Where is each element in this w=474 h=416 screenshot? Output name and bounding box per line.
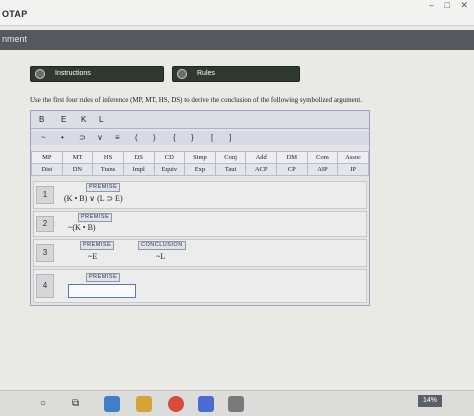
maximize-icon[interactable]: □ <box>445 0 450 10</box>
letter-button-e[interactable]: E <box>61 115 66 124</box>
proof-line-3: 3 PREMISE ~E CONCLUSION ~L <box>33 239 367 267</box>
radio-icon <box>35 69 45 79</box>
status-counter: 14% <box>418 395 442 407</box>
symbol-rbracket-button[interactable]: ] <box>229 133 231 142</box>
rule-button-cp[interactable]: CP <box>276 163 308 176</box>
rule-button-simp[interactable]: Simp <box>184 151 216 164</box>
rule-button-ip[interactable]: IP <box>337 163 369 176</box>
proof-line-4: 4 PREMISE <box>33 269 367 303</box>
symbol-toolbar: ~ • ⊃ ∨ ≡ ( ) { } [ ] <box>31 131 369 145</box>
line-number: 3 <box>36 244 54 262</box>
file-explorer-icon[interactable] <box>136 396 152 412</box>
rule-button-mp[interactable]: MP <box>31 151 63 164</box>
tab-instructions-label: Instructions <box>55 70 91 77</box>
instruction-text: Use the first four rules of inference (M… <box>30 96 362 104</box>
rules-table: MP MT HS DS CD Simp Conj Add DM Com Asso… <box>31 151 369 176</box>
radio-icon <box>177 69 187 79</box>
symbol-lbrace-button[interactable]: { <box>173 133 176 142</box>
chrome-icon[interactable] <box>168 396 184 412</box>
close-icon[interactable]: ✕ <box>460 0 468 10</box>
section-title: nment <box>2 34 28 44</box>
rule-button-cd[interactable]: CD <box>153 151 186 164</box>
proof-panel: B E K L ~ • ⊃ ∨ ≡ ( ) { } [ ] MP MT HS D… <box>30 110 370 306</box>
edge-icon[interactable] <box>104 396 120 412</box>
window-controls[interactable]: – □ ✕ <box>429 0 468 11</box>
rule-button-taut[interactable]: Taut <box>214 163 247 176</box>
line-expression: (K • B) ∨ (L ⊃ E) <box>64 194 123 203</box>
rule-button-dist[interactable]: Dist <box>31 163 63 176</box>
tab-rules-label: Rules <box>197 70 215 77</box>
premise-tag: PREMISE <box>80 241 115 250</box>
proof-line-1: 1 PREMISE (K • B) ∨ (L ⊃ E) <box>33 181 367 209</box>
line-expression: ~E <box>88 252 98 261</box>
premise-tag: PREMISE <box>86 273 121 282</box>
taskbar: ○ ⧉ 14% <box>0 390 474 416</box>
conclusion-tag: CONCLUSION <box>138 241 186 250</box>
rule-button-impl[interactable]: Impl <box>122 163 155 176</box>
rule-button-exp[interactable]: Exp <box>184 163 216 176</box>
teams-icon[interactable] <box>198 396 214 412</box>
conclusion-expression: ~L <box>156 252 166 261</box>
symbol-lbracket-button[interactable]: [ <box>211 133 213 142</box>
rule-button-equiv[interactable]: Equiv <box>153 163 186 176</box>
letter-button-k[interactable]: K <box>81 115 86 124</box>
rule-button-ds[interactable]: DS <box>122 151 155 164</box>
symbol-lparen-button[interactable]: ( <box>135 133 138 142</box>
rule-button-hs[interactable]: HS <box>92 151 124 164</box>
rule-button-acp[interactable]: ACP <box>245 163 277 176</box>
rule-button-dn[interactable]: DN <box>61 163 94 176</box>
premise-tag: PREMISE <box>78 213 113 222</box>
section-header: nment <box>0 30 474 50</box>
symbol-dot-button[interactable]: • <box>61 133 64 142</box>
symbol-tilde-button[interactable]: ~ <box>41 133 46 142</box>
browser-top-bar: OTAP – □ ✕ <box>0 0 474 26</box>
line-number: 1 <box>36 186 54 204</box>
letter-button-l[interactable]: L <box>99 115 103 124</box>
proof-line-2: 2 PREMISE ~(K • B) <box>33 211 367 237</box>
symbol-wedge-button[interactable]: ∨ <box>97 133 103 142</box>
line-number: 4 <box>36 274 54 298</box>
rule-button-add[interactable]: Add <box>245 151 277 164</box>
line-expression: ~(K • B) <box>68 223 96 232</box>
rule-button-conj[interactable]: Conj <box>214 151 247 164</box>
minimize-icon[interactable]: – <box>429 0 434 10</box>
rule-button-com[interactable]: Com <box>306 151 339 164</box>
premise-tag: PREMISE <box>86 183 121 192</box>
rule-button-mt[interactable]: MT <box>61 151 94 164</box>
symbol-rbrace-button[interactable]: } <box>191 133 194 142</box>
symbol-triplebar-button[interactable]: ≡ <box>115 133 120 142</box>
letter-toolbar: B E K L <box>31 111 369 129</box>
rule-button-aip[interactable]: AIP <box>306 163 339 176</box>
rule-button-assoc[interactable]: Assoc <box>337 151 369 164</box>
tab-rules[interactable]: Rules <box>172 66 300 82</box>
cortana-icon[interactable]: ○ <box>40 397 46 411</box>
rule-button-dm[interactable]: DM <box>276 151 308 164</box>
brand-label: OTAP <box>2 9 28 19</box>
tab-instructions[interactable]: Instructions <box>30 66 164 82</box>
symbol-horseshoe-button[interactable]: ⊃ <box>79 133 86 142</box>
task-view-icon[interactable]: ⧉ <box>72 397 79 411</box>
line-input[interactable] <box>68 284 136 298</box>
letter-button-b[interactable]: B <box>39 115 44 124</box>
symbol-rparen-button[interactable]: ) <box>153 133 156 142</box>
rule-button-trans[interactable]: Trans <box>92 163 124 176</box>
line-number: 2 <box>36 216 54 232</box>
app-icon[interactable] <box>228 396 244 412</box>
